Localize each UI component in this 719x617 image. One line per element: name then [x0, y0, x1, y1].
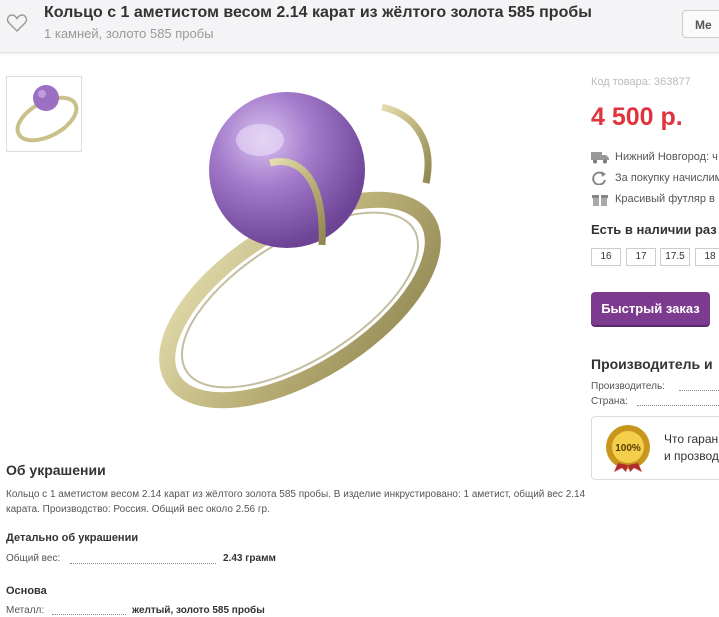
about-description: Кольцо с 1 аметистом весом 2.14 карат из…: [6, 489, 586, 515]
guarantee-badge-icon: 100%: [606, 425, 650, 472]
details-title: Детально об украшении: [6, 532, 139, 544]
guarantee-line-1: Что гаран: [664, 432, 719, 446]
manufacturer-title: Производитель и: [591, 356, 713, 372]
guarantee-box[interactable]: 100% Что гаран и прозвод: [591, 416, 719, 480]
size-option[interactable]: 18: [695, 248, 719, 266]
guarantee-text: Что гаран и прозвод: [664, 431, 719, 465]
metal-value: желтый, золото 585 пробы: [132, 605, 265, 616]
product-header: Кольцо с 1 аметистом весом 2.14 карат из…: [0, 0, 719, 53]
bonus-text: За покупку начислим: [615, 171, 719, 184]
stock-title: Есть в наличии раз: [591, 222, 717, 237]
page-title: Кольцо с 1 аметистом весом 2.14 карат из…: [44, 4, 592, 21]
size-option[interactable]: 17.5: [660, 248, 690, 266]
heart-icon[interactable]: [6, 12, 28, 34]
about-title: Об украшении: [6, 462, 106, 478]
metal-label: Металл:: [6, 605, 45, 616]
size-option[interactable]: 17: [626, 248, 656, 266]
gift-icon: [592, 195, 608, 206]
product-price: 4 500 р.: [591, 103, 683, 131]
bonus-info: За покупку начислим: [591, 171, 719, 185]
ring-thumbnail-image: [15, 85, 79, 143]
page-subtitle: 1 камней, золото 585 пробы: [44, 26, 214, 41]
gift-box-text: Красивый футляр в: [615, 192, 715, 205]
delivery-info: Нижний Новгород: ч: [591, 150, 718, 164]
weight-value: 2.43 грамм: [223, 553, 276, 564]
country-label: Страна:: [591, 396, 628, 407]
leader-dots: [637, 405, 719, 406]
delivery-text: Нижний Новгород: ч: [615, 150, 718, 163]
ring-main-image: [159, 92, 441, 409]
leader-dots: [679, 390, 719, 391]
maker-label: Производитель:: [591, 381, 665, 392]
leader-dots: [70, 563, 216, 564]
refresh-icon: [592, 171, 606, 185]
guarantee-badge-text: 100%: [615, 443, 641, 454]
quick-order-button[interactable]: Быстрый заказ: [591, 292, 710, 325]
weight-label: Общий вес:: [6, 553, 61, 564]
base-title: Основа: [6, 585, 47, 597]
truck-icon: [591, 152, 609, 164]
leader-dots: [52, 614, 126, 615]
product-thumbnail[interactable]: [6, 76, 82, 152]
gift-box-info: Красивый футляр в: [591, 192, 715, 206]
header-menu-button[interactable]: Ме: [682, 10, 719, 38]
product-code: Код товара: 363877: [591, 76, 691, 88]
size-option[interactable]: 16: [591, 248, 621, 266]
guarantee-line-2: и прозвод: [664, 449, 719, 463]
